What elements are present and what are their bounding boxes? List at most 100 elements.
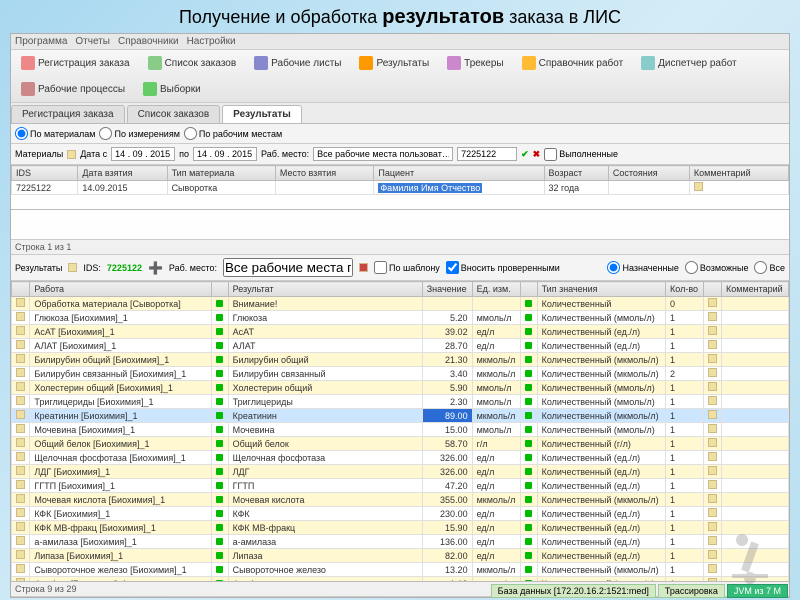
col-header[interactable]: Значение xyxy=(422,282,472,297)
col-header[interactable]: Дата взятия xyxy=(78,166,167,181)
col-header[interactable]: Возраст xyxy=(544,166,608,181)
table-row[interactable]: 722512214.09.2015СывороткаФамилия Имя От… xyxy=(12,181,789,195)
ico-list-icon xyxy=(148,56,162,70)
col-header[interactable]: Комментарий xyxy=(722,282,789,297)
app-window: Программа Отчеты Справочники Настройки Реги… xyxy=(10,33,790,598)
col-header[interactable] xyxy=(703,282,721,297)
subtab-По рабочим местам[interactable]: По рабочим местам xyxy=(184,127,282,140)
col-header[interactable]: Состояния xyxy=(608,166,689,181)
col-header[interactable]: Пациент xyxy=(374,166,544,181)
filter-bar-1: Материалы Дата с по Раб. место: ✔ ✖ Выпо… xyxy=(11,144,789,165)
col-header[interactable] xyxy=(12,282,30,297)
menu-Программа[interactable]: Программа xyxy=(15,36,67,47)
toolbar-ico-res[interactable]: Результаты xyxy=(353,53,435,73)
materials-picker-icon[interactable] xyxy=(67,150,76,159)
col-header[interactable]: Ед. изм. xyxy=(472,282,521,297)
materials-grid[interactable]: IDSДата взятияТип материалаМесто взятияП… xyxy=(11,165,789,210)
toolbar-ico-trk[interactable]: Трекеры xyxy=(441,53,509,73)
menu-Настройки[interactable]: Настройки xyxy=(187,36,236,47)
toolbar-ico-sheet[interactable]: Рабочие листы xyxy=(248,53,347,73)
menubar: Программа Отчеты Справочники Настройки xyxy=(11,34,789,50)
workplace-select[interactable] xyxy=(313,147,453,161)
clear-icon[interactable]: ✖ xyxy=(533,149,541,160)
grid1-empty xyxy=(11,210,789,240)
ico-reg-icon xyxy=(21,56,35,70)
label-to: по xyxy=(179,149,189,159)
date-to-input[interactable] xyxy=(193,147,257,161)
toolbar-ico-disp[interactable]: Диспетчер работ xyxy=(635,53,742,73)
result-row[interactable]: КФК МВ-фракц [Биохимия]_1КФК МВ-фракц15.… xyxy=(12,521,789,535)
col-header[interactable]: IDS xyxy=(12,166,78,181)
result-row[interactable]: ЛДГ [Биохимия]_1ЛДГ326.00ед/лКоличествен… xyxy=(12,465,789,479)
result-row[interactable]: Щелочная фосфотаза [Биохимия]_1Щелочная … xyxy=(12,451,789,465)
ico-sel-icon xyxy=(143,82,157,96)
col-header[interactable]: Место взятия xyxy=(275,166,374,181)
results-picker-icon[interactable] xyxy=(68,263,77,272)
status-trace[interactable]: Трассировка xyxy=(658,584,725,598)
label-materials: Материалы xyxy=(15,149,63,159)
col-header[interactable]: Тип значения xyxy=(537,282,665,297)
radio-assigned[interactable]: Назначенные xyxy=(607,261,678,274)
result-row[interactable]: АсАТ [Биохимия]_1АсАТ39.02ед/лКоличестве… xyxy=(12,325,789,339)
result-row[interactable]: Мочевина [Биохимия]_1Мочевина15.00ммоль/… xyxy=(12,423,789,437)
subtab-По материалам[interactable]: По материалам xyxy=(15,127,95,140)
radio-all[interactable]: Все xyxy=(754,261,785,274)
result-row[interactable]: Липаза [Биохимия]_1Липаза82.00ед/лКоличе… xyxy=(12,549,789,563)
add-icon[interactable]: ➕ xyxy=(148,261,163,275)
title-post: заказа в ЛИС xyxy=(504,7,621,27)
flag-icon[interactable] xyxy=(359,263,368,272)
result-row[interactable]: Мочевая кислота [Биохимия]_1Мочевая кисл… xyxy=(12,493,789,507)
result-row[interactable]: Глюкоза [Биохимия]_1Глюкоза5.20ммоль/лКо… xyxy=(12,311,789,325)
toolbar-ico-reg[interactable]: Регистрация заказа xyxy=(15,53,136,73)
result-row[interactable]: ГГТП [Биохимия]_1ГГТП47.20ед/лКоличестве… xyxy=(12,479,789,493)
result-row[interactable]: Триглицериды [Биохимия]_1Триглицериды2.3… xyxy=(12,395,789,409)
tab-2[interactable]: Результаты xyxy=(222,105,302,123)
page-title: Получение и обработка результатов заказа… xyxy=(0,0,800,33)
title-pre: Получение и обработка xyxy=(179,7,382,27)
result-row[interactable]: Обработка материала [Сыворотка]Внимание!… xyxy=(12,297,789,311)
result-row[interactable]: КФК [Биохимия]_1КФК230.00ед/лКоличествен… xyxy=(12,507,789,521)
workplace-select-2[interactable] xyxy=(223,258,353,277)
col-header[interactable]: Кол-во xyxy=(666,282,704,297)
verified-checkbox[interactable]: Вносить проверенными xyxy=(446,261,560,274)
menu-Отчеты[interactable]: Отчеты xyxy=(75,36,110,47)
result-row[interactable]: Билирубин общий [Биохимия]_1Билирубин об… xyxy=(12,353,789,367)
result-row[interactable]: Общий белок [Биохимия]_1Общий белок58.70… xyxy=(12,437,789,451)
title-big: результатов xyxy=(382,6,504,28)
result-row[interactable]: Сывороточное железо [Биохимия]_1Сыворото… xyxy=(12,563,789,577)
radio-possible[interactable]: Возможные xyxy=(685,261,749,274)
result-row[interactable]: Креатинин [Биохимия]_1Креатинин89.00мкмо… xyxy=(12,409,789,423)
result-row[interactable]: АЛАТ [Биохимия]_1АЛАТ28.70ед/лКоличестве… xyxy=(12,339,789,353)
result-row[interactable]: а-амилаза [Биохимия]_1а-амилаза136.00ед/… xyxy=(12,535,789,549)
result-row[interactable]: Билирубин связанный [Биохимия]_1Билируби… xyxy=(12,367,789,381)
ico-res-icon xyxy=(359,56,373,70)
toolbar-ico-list[interactable]: Список заказов xyxy=(142,53,243,73)
col-header[interactable]: Комментарий xyxy=(689,166,788,181)
ids-input[interactable] xyxy=(457,147,517,161)
ico-proc-icon xyxy=(21,82,35,96)
col-header[interactable]: Тип материала xyxy=(167,166,275,181)
date-from-input[interactable] xyxy=(111,147,175,161)
results-grid[interactable]: Работа РезультатЗначениеЕд. изм. Тип значе… xyxy=(11,281,789,582)
col-header[interactable]: Работа xyxy=(30,282,212,297)
toolbar-ico-sel[interactable]: Выборки xyxy=(137,79,207,99)
col-header[interactable] xyxy=(212,282,228,297)
label-workplace-2: Раб. место: xyxy=(169,263,217,273)
status-bar: База данных [172.20.16.2:1521:med] Трасс… xyxy=(491,584,788,598)
filter-bar-2: Результаты IDS: 7225122 ➕ Раб. место: По… xyxy=(11,255,789,281)
main-toolbar: Регистрация заказаСписок заказовРабочие … xyxy=(11,50,789,103)
ids-value: 7225122 xyxy=(107,263,142,273)
apply-icon[interactable]: ✔ xyxy=(521,149,529,160)
toolbar-ico-proc[interactable]: Рабочие процессы xyxy=(15,79,131,99)
tab-0[interactable]: Регистрация заказа xyxy=(11,105,125,123)
done-checkbox[interactable]: Выполненные xyxy=(544,148,618,161)
toolbar-ico-ref[interactable]: Справочник работ xyxy=(516,53,630,73)
subtab-По измерениям[interactable]: По измерениям xyxy=(99,127,179,140)
menu-Справочники[interactable]: Справочники xyxy=(118,36,179,47)
col-header[interactable] xyxy=(521,282,537,297)
template-checkbox[interactable]: По шаблону xyxy=(374,261,440,274)
tab-1[interactable]: Список заказов xyxy=(127,105,221,123)
col-header[interactable]: Результат xyxy=(228,282,422,297)
result-row[interactable]: Холестерин общий [Биохимия]_1Холестерин … xyxy=(12,381,789,395)
ico-trk-icon xyxy=(447,56,461,70)
